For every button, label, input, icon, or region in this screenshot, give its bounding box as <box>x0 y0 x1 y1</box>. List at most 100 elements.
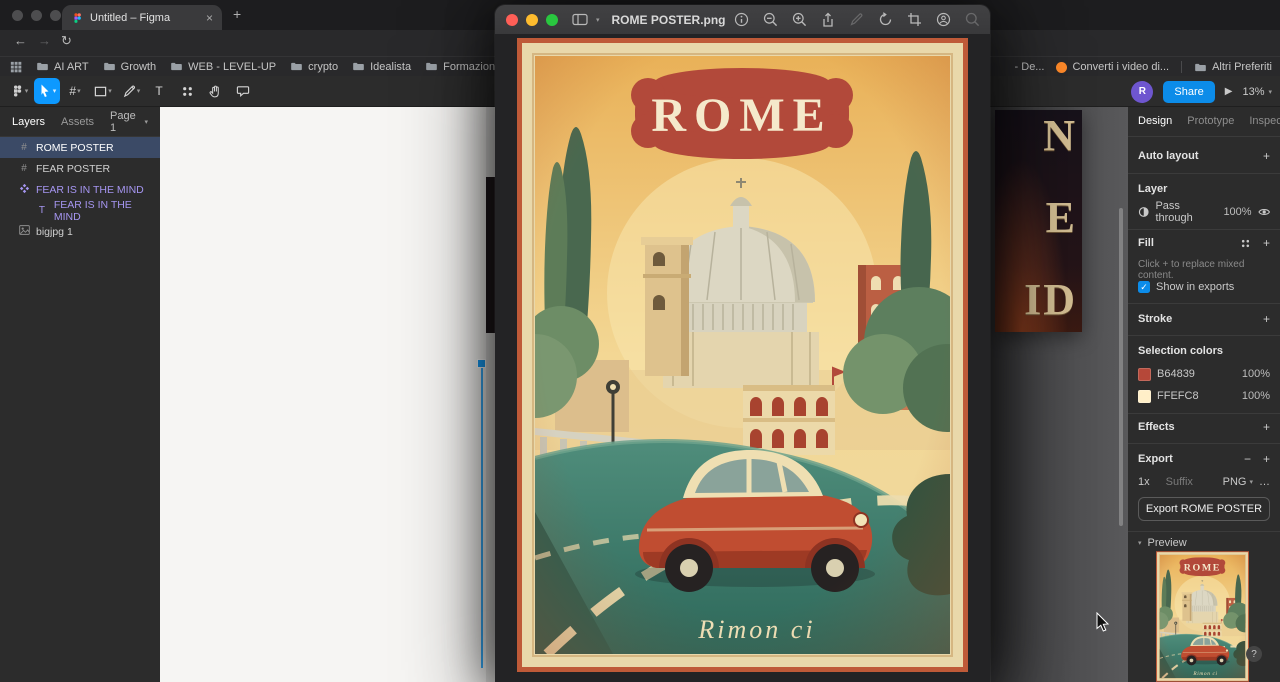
move-tool-button[interactable]: ▾ <box>34 78 60 104</box>
tab-assets[interactable]: Assets <box>61 116 94 128</box>
share-button[interactable]: Share <box>1163 81 1214 103</box>
zoom-in-icon[interactable] <box>792 12 807 27</box>
blend-mode-icon[interactable] <box>1138 206 1149 218</box>
export-format-select[interactable]: PNG ▾ <box>1223 476 1253 488</box>
add-stroke-button[interactable]: + <box>1263 312 1270 326</box>
shape-tool-button[interactable]: ▾ <box>90 78 116 104</box>
add-auto-layout-button[interactable]: + <box>1263 149 1270 163</box>
fear-poster-partial[interactable]: N E ID <box>995 110 1082 332</box>
preview-window-title: ROME POSTER.png <box>612 13 726 27</box>
selection-handle[interactable] <box>477 359 486 368</box>
rotate-icon[interactable] <box>878 12 893 27</box>
new-tab-button[interactable]: + <box>233 6 241 22</box>
hand-tool-button[interactable] <box>202 78 228 104</box>
annotate-profile-icon[interactable] <box>936 12 951 27</box>
layer-row-component[interactable]: FEAR IS IN THE MIND <box>0 179 160 200</box>
back-button[interactable]: ← <box>14 33 27 48</box>
color-hex: B64839 <box>1157 368 1195 380</box>
frame-tool-button[interactable]: # ▾ <box>62 78 88 104</box>
chevron-down-icon: ▾ <box>1249 478 1253 486</box>
folder-icon <box>170 61 183 72</box>
info-icon[interactable] <box>734 12 749 27</box>
zoom-out-icon[interactable] <box>763 12 778 27</box>
bookmark-item-other-favorites[interactable]: Altri Preferiti <box>1194 61 1272 73</box>
preview-collapse-icon[interactable]: ▾ <box>1138 539 1142 547</box>
show-in-exports-checkbox[interactable]: ✓ <box>1138 281 1150 293</box>
selection-color-row[interactable]: FFEFC8 100% <box>1128 387 1280 405</box>
add-fill-button[interactable]: + <box>1263 236 1270 250</box>
macos-window-controls[interactable] <box>12 10 61 21</box>
sidebar-toggle-icon[interactable] <box>572 13 588 26</box>
comment-tool-button[interactable] <box>230 78 256 104</box>
selection-color-row[interactable]: B64839 100% <box>1128 365 1280 383</box>
styles-icon[interactable] <box>1240 238 1251 249</box>
text-tool-button[interactable]: T <box>146 78 172 104</box>
help-button[interactable]: ? <box>1246 646 1262 662</box>
browser-tab[interactable]: Untitled – Figma × <box>62 5 222 30</box>
present-icon[interactable]: ▶ <box>1225 86 1233 97</box>
export-scale-select[interactable]: 1x <box>1138 476 1150 488</box>
layer-row-text[interactable]: T FEAR IS IN THE MIND <box>0 200 160 221</box>
export-section-label: Export <box>1138 453 1173 465</box>
bookmark-item[interactable]: crypto <box>290 61 338 73</box>
zoom-control[interactable]: 13% ▾ <box>1242 86 1272 98</box>
resources-tool-button[interactable] <box>174 78 200 104</box>
canvas-page[interactable] <box>160 107 486 682</box>
apps-grid-icon[interactable] <box>10 61 22 73</box>
reload-button[interactable]: ↻ <box>61 33 72 49</box>
bookmark-item[interactable]: Converti i video di... <box>1056 61 1169 73</box>
canvas-scrollbar[interactable] <box>1119 208 1123 526</box>
layer-row-image[interactable]: bigjpg 1 <box>0 221 160 242</box>
tab-layers[interactable]: Layers <box>12 116 45 128</box>
forward-button[interactable]: → <box>38 33 51 48</box>
chevron-down-icon[interactable]: ▾ <box>596 16 600 24</box>
user-avatar[interactable]: R <box>1131 81 1153 103</box>
folder-icon <box>103 61 116 72</box>
page-switcher[interactable]: Page 1 ▾ <box>110 110 148 134</box>
rome-poster-image[interactable] <box>517 38 968 672</box>
export-rome-poster-button[interactable]: Export ROME POSTER <box>1138 497 1270 521</box>
tab-design[interactable]: Design <box>1138 115 1172 127</box>
folder-icon <box>352 61 365 72</box>
pen-tool-button[interactable]: ▾ <box>118 78 144 104</box>
bookmark-item[interactable]: - De... <box>1015 61 1045 73</box>
bookmark-item[interactable]: Idealista <box>352 61 411 73</box>
folder-icon <box>425 61 438 72</box>
add-export-button[interactable]: + <box>1263 452 1270 466</box>
eye-icon[interactable] <box>1258 207 1270 217</box>
layer-opacity-input[interactable]: 100% <box>1223 206 1251 218</box>
tab-prototype[interactable]: Prototype <box>1187 115 1234 127</box>
folder-icon <box>1194 62 1207 73</box>
export-suffix-input[interactable]: Suffix <box>1166 476 1193 488</box>
add-effect-button[interactable]: + <box>1263 420 1270 434</box>
bookmark-item[interactable]: Growth <box>103 61 156 73</box>
crop-icon[interactable] <box>907 12 922 27</box>
close-window-icon <box>506 14 518 26</box>
tab-inspect[interactable]: Inspect <box>1249 115 1280 127</box>
hand-icon <box>208 84 222 99</box>
share-icon[interactable] <box>821 12 835 28</box>
search-icon[interactable] <box>965 12 980 27</box>
export-options-button[interactable]: … <box>1259 476 1270 488</box>
blend-mode-select[interactable]: Pass through <box>1155 200 1217 224</box>
remove-export-button[interactable]: − <box>1244 452 1251 466</box>
resources-grid-icon <box>181 85 194 98</box>
text-icon: T <box>155 84 162 98</box>
bookmark-item[interactable]: WEB - LEVEL-UP <box>170 61 276 73</box>
bookmark-item[interactable]: AI ART <box>36 61 89 73</box>
selection-colors-label: Selection colors <box>1138 345 1223 357</box>
layer-row-fear-poster[interactable]: # FEAR POSTER <box>0 158 160 179</box>
preview-window[interactable]: ▾ ROME POSTER.png <box>495 5 990 682</box>
preview-window-titlebar[interactable]: ▾ ROME POSTER.png <box>495 5 990 34</box>
color-swatch[interactable] <box>1138 368 1151 381</box>
folder-icon <box>290 61 303 72</box>
tab-close-icon[interactable]: × <box>206 11 213 25</box>
bookmark-item[interactable]: Formazione <box>425 61 501 73</box>
window-controls[interactable] <box>506 14 558 26</box>
layer-row-rome-poster[interactable]: # ROME POSTER <box>0 137 160 158</box>
main-menu-button[interactable]: ▾ <box>6 78 32 104</box>
markup-pencil-icon[interactable] <box>849 12 864 27</box>
color-swatch[interactable] <box>1138 390 1151 403</box>
bookmarks-separator <box>1181 61 1182 73</box>
image-layer-icon <box>18 225 30 238</box>
